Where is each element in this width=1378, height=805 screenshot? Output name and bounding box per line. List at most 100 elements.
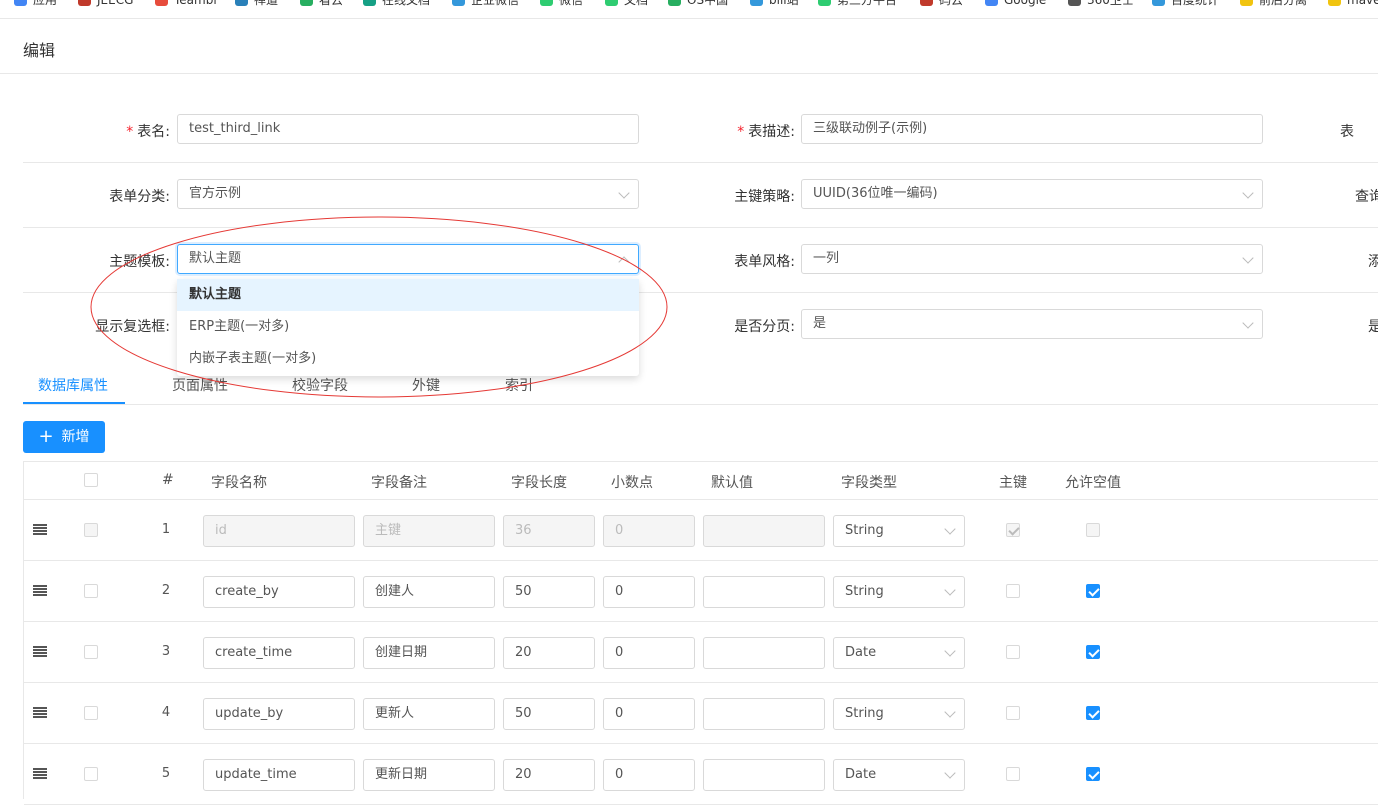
- decimal-input[interactable]: 0: [603, 515, 695, 547]
- col-header-primary-key: 主键: [999, 475, 1027, 491]
- default-value-input[interactable]: [703, 759, 825, 791]
- drag-handle-icon[interactable]: [33, 646, 47, 657]
- select-value: 官方示例: [189, 186, 242, 201]
- bookmark-item[interactable]: mave: [1328, 0, 1378, 10]
- drag-handle-icon[interactable]: [33, 585, 47, 596]
- right-col-label: 是: [1368, 319, 1378, 335]
- field-name-input[interactable]: create_by: [203, 576, 355, 608]
- bookmark-item[interactable]: Google: [985, 0, 1046, 10]
- pk-strategy-select[interactable]: UUID(36位唯一编码): [801, 179, 1263, 209]
- tab-page-properties[interactable]: 页面属性: [172, 375, 228, 395]
- dropdown-option-erp[interactable]: ERP主题(一对多): [177, 311, 639, 343]
- tab-db-properties[interactable]: 数据库属性: [38, 375, 108, 395]
- row-select-checkbox[interactable]: [84, 523, 98, 537]
- primary-key-checkbox[interactable]: [1006, 706, 1020, 720]
- row-number: 5: [161, 766, 171, 781]
- primary-key-checkbox[interactable]: [1006, 767, 1020, 781]
- nullable-checkbox[interactable]: [1086, 767, 1100, 781]
- nullable-checkbox[interactable]: [1086, 706, 1100, 720]
- nullable-checkbox[interactable]: [1086, 523, 1100, 537]
- bookmark-item[interactable]: 第三方平台: [818, 0, 897, 10]
- field-length-input[interactable]: 50: [503, 698, 595, 730]
- nullable-checkbox[interactable]: [1086, 584, 1100, 598]
- drag-handle-icon[interactable]: [33, 768, 47, 779]
- row-select-checkbox[interactable]: [84, 706, 98, 720]
- form-category-select[interactable]: 官方示例: [177, 179, 639, 209]
- bookmark-item[interactable]: 360卫士: [1068, 0, 1134, 10]
- bookmark-item[interactable]: 企业微信: [452, 0, 519, 10]
- bookmark-label: 百度统计: [1171, 0, 1220, 7]
- field-remark-input[interactable]: 更新人: [363, 698, 495, 730]
- field-remark-input[interactable]: 主键: [363, 515, 495, 547]
- default-value-input[interactable]: [703, 698, 825, 730]
- table-name-input[interactable]: test_third_link: [177, 114, 639, 144]
- field-length-input[interactable]: 36: [503, 515, 595, 547]
- decimal-input[interactable]: 0: [603, 759, 695, 791]
- row-select-checkbox[interactable]: [84, 584, 98, 598]
- default-value-input[interactable]: [703, 576, 825, 608]
- tab-index[interactable]: 索引: [505, 375, 533, 395]
- table-desc-input[interactable]: 三级联动例子(示例): [801, 114, 1263, 144]
- field-length-input[interactable]: 50: [503, 576, 595, 608]
- bookmark-item[interactable]: Teambi: [155, 0, 217, 10]
- paging-select[interactable]: 是: [801, 309, 1263, 339]
- bookmark-item[interactable]: 在线文档: [363, 0, 430, 10]
- field-length-input[interactable]: 20: [503, 637, 595, 669]
- col-header-default: 默认值: [711, 475, 753, 491]
- bookmark-icon: [1240, 0, 1253, 6]
- field-name-input[interactable]: create_time: [203, 637, 355, 669]
- theme-template-select[interactable]: 默认主题: [177, 244, 639, 274]
- drag-handle-icon[interactable]: [33, 707, 47, 718]
- bookmark-item[interactable]: bili站: [750, 0, 799, 10]
- decimal-input[interactable]: 0: [603, 637, 695, 669]
- field-remark-input[interactable]: 创建人: [363, 576, 495, 608]
- bookmark-item[interactable]: 文档: [605, 0, 648, 10]
- bookmark-icon: [155, 0, 168, 6]
- tab-validation[interactable]: 校验字段: [292, 375, 348, 395]
- decimal-input[interactable]: 0: [603, 698, 695, 730]
- nullable-checkbox[interactable]: [1086, 645, 1100, 659]
- primary-key-checkbox[interactable]: [1006, 523, 1020, 537]
- add-button[interactable]: + 新增: [23, 421, 105, 453]
- field-type-select[interactable]: Date: [833, 637, 965, 669]
- field-length-input[interactable]: 20: [503, 759, 595, 791]
- bookmark-item[interactable]: JEECG: [78, 0, 133, 10]
- field-remark-input[interactable]: 更新日期: [363, 759, 495, 791]
- form-style-select[interactable]: 一列: [801, 244, 1263, 274]
- decimal-input[interactable]: 0: [603, 576, 695, 608]
- bookmark-item[interactable]: 百度统计: [1152, 0, 1219, 10]
- field-type-select[interactable]: String: [833, 698, 965, 730]
- field-name-input[interactable]: update_time: [203, 759, 355, 791]
- form-category-label: 表单分类:: [109, 189, 170, 205]
- primary-key-checkbox[interactable]: [1006, 645, 1020, 659]
- select-value: Date: [845, 645, 877, 660]
- bookmark-item[interactable]: 码云: [920, 0, 963, 10]
- field-name-input[interactable]: id: [203, 515, 355, 547]
- dropdown-option-inline-sub[interactable]: 内嵌子表主题(一对多): [177, 343, 639, 375]
- default-value-input[interactable]: [703, 637, 825, 669]
- bookmark-item[interactable]: 禅道: [235, 0, 278, 10]
- bookmark-item[interactable]: 应用: [14, 0, 57, 10]
- select-all-checkbox[interactable]: [84, 473, 98, 487]
- bookmark-icon: [1328, 0, 1341, 6]
- bookmark-item[interactable]: 看云: [300, 0, 343, 10]
- form-style-label: 表单风格:: [734, 254, 795, 270]
- field-name-input[interactable]: update_by: [203, 698, 355, 730]
- row-select-checkbox[interactable]: [84, 645, 98, 659]
- bookmark-item[interactable]: OS中国: [668, 0, 728, 10]
- primary-key-checkbox[interactable]: [1006, 584, 1020, 598]
- row-select-checkbox[interactable]: [84, 767, 98, 781]
- bookmark-item[interactable]: 微信: [540, 0, 583, 10]
- divider: [24, 621, 1378, 622]
- dropdown-option-default[interactable]: 默认主题: [177, 279, 639, 311]
- field-remark-input[interactable]: 创建日期: [363, 637, 495, 669]
- bookmark-item[interactable]: 前后分离: [1240, 0, 1307, 10]
- divider: [24, 682, 1378, 683]
- field-type-select[interactable]: String: [833, 515, 965, 547]
- chevron-down-icon: [944, 523, 956, 535]
- field-type-select[interactable]: Date: [833, 759, 965, 791]
- default-value-input[interactable]: [703, 515, 825, 547]
- tab-foreign-key[interactable]: 外键: [412, 375, 440, 395]
- drag-handle-icon[interactable]: [33, 524, 47, 535]
- field-type-select[interactable]: String: [833, 576, 965, 608]
